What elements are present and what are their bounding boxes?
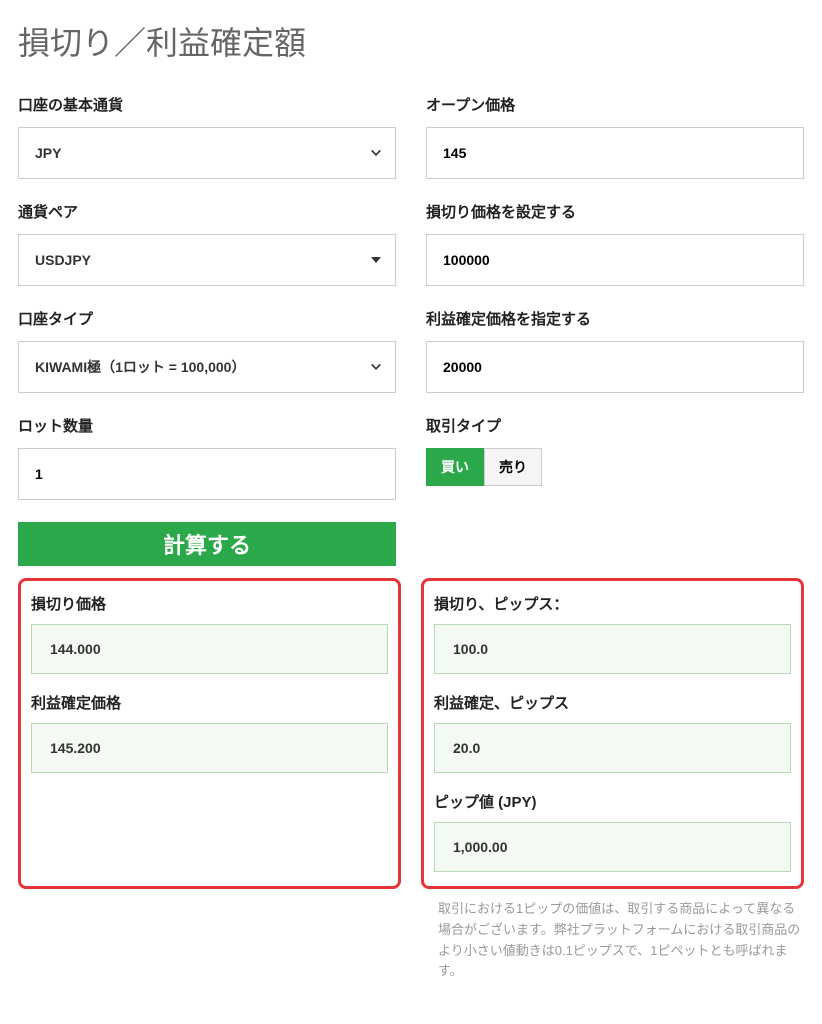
stop-loss-field[interactable] (426, 234, 804, 286)
pair-select[interactable]: USDJPY (18, 234, 396, 286)
tp-price-value: 145.200 (31, 723, 388, 773)
pip-footnote: 取引における1ピップの価値は、取引する商品によって異なる場合がございます。弊社プ… (438, 899, 804, 982)
stop-loss-label: 損切り価格を設定する (426, 201, 804, 222)
account-type-label: 口座タイプ (18, 308, 396, 329)
open-price-input[interactable] (443, 145, 787, 161)
results-right-panel: 損切り、ピップス： 100.0 利益確定、ピップス 20.0 ピップ値 (JPY… (421, 578, 804, 889)
sl-pips-label: 損切り、ピップス： (434, 593, 791, 614)
take-profit-input[interactable] (443, 359, 787, 375)
sell-button[interactable]: 売り (484, 448, 542, 486)
open-price-field[interactable] (426, 127, 804, 179)
stop-loss-input[interactable] (443, 252, 787, 268)
lot-field[interactable] (18, 448, 396, 500)
account-type-value: KIWAMI極（1ロット = 100,000） (35, 357, 245, 377)
trade-type-label: 取引タイプ (426, 415, 804, 436)
account-type-select[interactable]: KIWAMI極（1ロット = 100,000） (18, 341, 396, 393)
page-title: 損切り／利益確定額 (18, 18, 804, 64)
base-currency-value: JPY (35, 145, 61, 161)
calculate-button[interactable]: 計算する (18, 522, 396, 566)
take-profit-label: 利益確定価格を指定する (426, 308, 804, 329)
sl-pips-value: 100.0 (434, 624, 791, 674)
results-left-panel: 損切り価格 144.000 利益確定価格 145.200 (18, 578, 401, 889)
tp-price-label: 利益確定価格 (31, 692, 388, 713)
open-price-label: オープン価格 (426, 94, 804, 115)
lot-input[interactable] (35, 466, 379, 482)
trade-type-toggle: 買い 売り (426, 448, 542, 486)
lot-label: ロット数量 (18, 415, 396, 436)
sl-price-label: 損切り価格 (31, 593, 388, 614)
pip-value-value: 1,000.00 (434, 822, 791, 872)
base-currency-label: 口座の基本通貨 (18, 94, 396, 115)
tp-pips-value: 20.0 (434, 723, 791, 773)
pair-value: USDJPY (35, 252, 91, 268)
pair-label: 通貨ペア (18, 201, 396, 222)
buy-button[interactable]: 買い (426, 448, 484, 486)
take-profit-field[interactable] (426, 341, 804, 393)
pip-value-label: ピップ値 (JPY) (434, 791, 791, 812)
tp-pips-label: 利益確定、ピップス (434, 692, 791, 713)
base-currency-select[interactable]: JPY (18, 127, 396, 179)
sl-price-value: 144.000 (31, 624, 388, 674)
